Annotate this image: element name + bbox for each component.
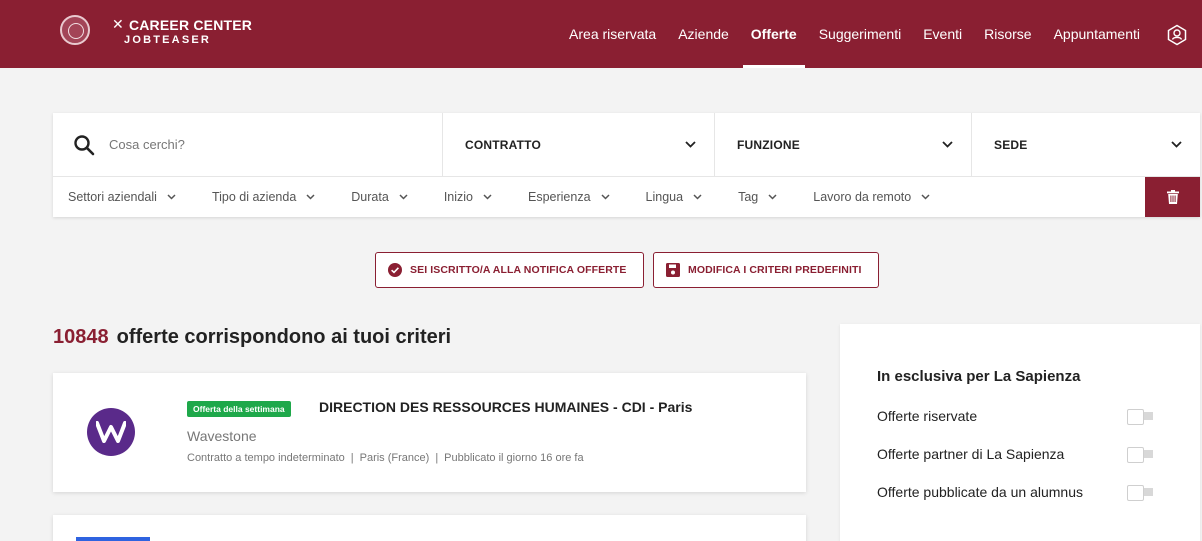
wavestone-logo-icon: [96, 421, 126, 443]
funzione-label: FUNZIONE: [737, 137, 800, 152]
sede-dropdown[interactable]: SEDE: [972, 113, 1200, 176]
separator: |: [350, 452, 354, 464]
filter-inizio[interactable]: Inizio: [444, 190, 492, 204]
company-name: Wavestone: [187, 428, 257, 444]
offer-of-the-week-badge: Offerta della settimana: [187, 401, 291, 417]
filter-durata[interactable]: Durata: [351, 190, 408, 204]
toggle-row-reserved: Offerte riservate: [877, 406, 1153, 426]
toggle-label: Offerte riservate: [877, 408, 978, 424]
chevron-down-icon: [693, 194, 702, 200]
chevron-down-icon: [306, 194, 315, 200]
chevron-down-icon: [601, 194, 610, 200]
jobteaser-mark-icon: ✕: [112, 16, 124, 32]
offer-location: Paris (France): [359, 452, 430, 464]
filter-label: Tag: [738, 190, 759, 204]
search-icon: [74, 134, 95, 155]
trash-icon: [1166, 190, 1179, 204]
published-time: Pubblicato il giorno 16 ore fa: [444, 452, 584, 464]
chevron-down-icon: [685, 141, 696, 148]
filter-label: Durata: [351, 190, 389, 204]
partner-offers-toggle[interactable]: [1127, 447, 1153, 463]
reserved-offers-toggle[interactable]: [1127, 409, 1153, 425]
exclusive-panel-title: In esclusiva per La Sapienza: [877, 368, 1081, 385]
results-count: 10848: [53, 326, 109, 348]
chevron-down-icon: [921, 194, 930, 200]
company-logo: [76, 537, 150, 541]
edit-default-criteria-button[interactable]: MODIFICA I CRITERI PREDEFINITI: [653, 252, 879, 288]
toggle-label: Offerte pubblicate da un alumnus: [877, 484, 1083, 500]
brand-subtitle: JOBTEASER: [124, 34, 212, 46]
edit-default-criteria-label: MODIFICA I CRITERI PREDEFINITI: [688, 264, 862, 276]
company-logo: [87, 408, 135, 456]
chevron-down-icon: [483, 194, 492, 200]
filter-tag[interactable]: Tag: [738, 190, 777, 204]
filter-lingua[interactable]: Lingua: [646, 190, 703, 204]
filter-lavoro-da-remoto[interactable]: Lavoro da remoto: [813, 190, 930, 204]
nav-item-area-riservata[interactable]: Area riservata: [569, 0, 656, 68]
filter-label: Inizio: [443, 190, 473, 204]
search-box: [53, 113, 443, 176]
nav-item-aziende[interactable]: Aziende: [678, 0, 729, 68]
filter-settori-aziendali[interactable]: Settori aziendali: [68, 190, 176, 204]
funzione-dropdown[interactable]: FUNZIONE: [715, 113, 972, 176]
nav-item-offerte[interactable]: Offerte: [742, 0, 805, 68]
nav-item-eventi[interactable]: Eventi: [923, 0, 962, 68]
nav-item-risorse[interactable]: Risorse: [984, 0, 1031, 68]
exclusive-filters-panel: In esclusiva per La Sapienza Offerte ris…: [840, 324, 1200, 541]
filter-esperienza[interactable]: Esperienza: [528, 190, 610, 204]
offer-card[interactable]: [53, 515, 806, 541]
contract-type: Contratto a tempo indeterminato: [187, 452, 345, 464]
filter-tipo-di-azienda[interactable]: Tipo di azienda: [212, 190, 315, 204]
brand-logo[interactable]: ✕ CAREER CENTER JOBTEASER: [112, 16, 252, 46]
subscribed-alert-label: SEI ISCRITTO/A ALLA NOTIFICA OFFERTE: [410, 264, 627, 276]
results-text: offerte corrispondono ai tuoi criteri: [116, 326, 452, 348]
university-seal-logo[interactable]: [60, 15, 90, 45]
chevron-down-icon: [942, 141, 953, 148]
results-heading: 10848 offerte corrispondono ai tuoi crite…: [53, 326, 451, 349]
toggle-label: Offerte partner di La Sapienza: [877, 446, 1065, 462]
nav-item-suggerimenti[interactable]: Suggerimenti: [819, 0, 902, 68]
filter-label: Tipo di azienda: [211, 190, 297, 204]
alumnus-offers-toggle[interactable]: [1127, 485, 1153, 501]
filter-label: Lavoro da remoto: [813, 190, 912, 204]
user-circle-icon[interactable]: [1166, 24, 1188, 46]
filter-label: Settori aziendali: [68, 190, 157, 204]
contratto-dropdown[interactable]: CONTRATTO: [443, 113, 715, 176]
action-buttons: SEI ISCRITTO/A ALLA NOTIFICA OFFERTE MOD…: [0, 252, 1202, 288]
separator: |: [435, 452, 439, 464]
contratto-label: CONTRATTO: [465, 137, 542, 152]
offer-card[interactable]: Offerta della settimana DIRECTION DES RE…: [53, 373, 806, 492]
chevron-down-icon: [768, 194, 777, 200]
chevron-down-icon: [1171, 141, 1182, 148]
brand-title: CAREER CENTER: [128, 16, 253, 33]
sede-label: SEDE: [994, 137, 1028, 152]
filter-label: Lingua: [645, 190, 684, 204]
subscribed-alert-button[interactable]: SEI ISCRITTO/A ALLA NOTIFICA OFFERTE: [375, 252, 644, 288]
save-icon: [666, 263, 680, 277]
search-input[interactable]: [109, 137, 409, 152]
clear-filters-button[interactable]: [1145, 177, 1200, 217]
toggle-row-partner: Offerte partner di La Sapienza: [877, 444, 1153, 464]
offer-title[interactable]: DIRECTION DES RESSOURCES HUMAINES - CDI …: [319, 399, 692, 415]
toggle-row-alumnus: Offerte pubblicate da un alumnus: [877, 482, 1153, 502]
chevron-down-icon: [167, 194, 176, 200]
filter-panel: CONTRATTO FUNZIONE SEDE Settori aziendal…: [53, 113, 1200, 217]
nav-item-appuntamenti[interactable]: Appuntamenti: [1054, 0, 1140, 68]
check-circle-icon: [388, 263, 402, 277]
top-bar: ✕ CAREER CENTER JOBTEASER Area riservata…: [0, 0, 1202, 68]
main-nav: Area riservata Aziende Offerte Suggerime…: [547, 0, 1140, 68]
chevron-down-icon: [399, 194, 408, 200]
filter-label: Esperienza: [528, 190, 591, 204]
offer-meta: Contratto a tempo indeterminato | Paris (F…: [187, 452, 584, 464]
